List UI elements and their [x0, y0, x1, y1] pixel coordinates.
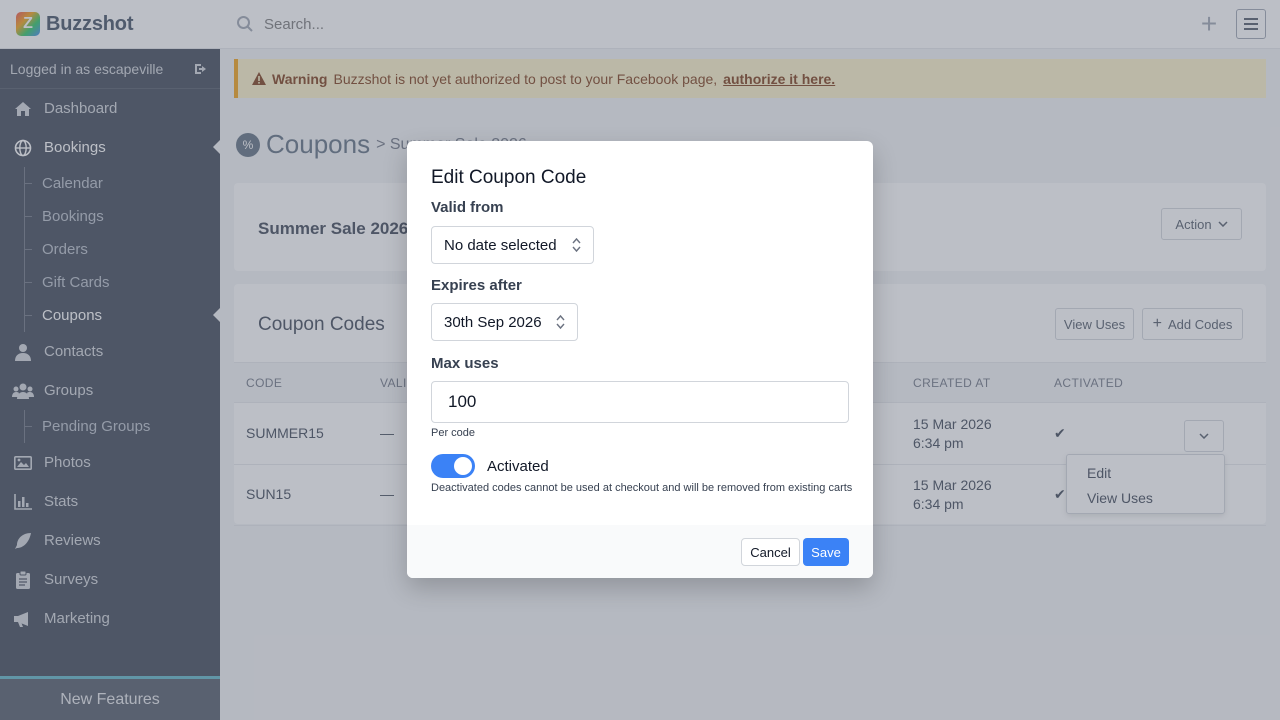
- expires-after-label: Expires after: [431, 277, 522, 294]
- activated-help: Deactivated codes cannot be used at chec…: [431, 482, 853, 494]
- max-uses-label: Max uses: [431, 355, 499, 372]
- expires-after-value: 30th Sep 2026: [444, 313, 542, 331]
- expires-after-select[interactable]: 30th Sep 2026: [431, 303, 578, 341]
- modal-title: Edit Coupon Code: [431, 167, 587, 188]
- valid-from-select[interactable]: No date selected: [431, 226, 594, 264]
- modal-footer: Cancel Save: [407, 525, 873, 578]
- cancel-button[interactable]: Cancel: [741, 538, 800, 566]
- edit-coupon-modal: Edit Coupon Code Valid from No date sele…: [407, 141, 873, 578]
- select-arrows-icon: [556, 314, 565, 330]
- valid-from-label: Valid from: [431, 199, 504, 216]
- toggle-knob: [454, 457, 472, 475]
- max-uses-help: Per code: [431, 427, 476, 439]
- select-arrows-icon: [572, 237, 581, 253]
- max-uses-input[interactable]: [431, 381, 849, 423]
- activated-label: Activated: [487, 458, 549, 475]
- activated-toggle[interactable]: [431, 454, 475, 478]
- valid-from-value: No date selected: [444, 236, 557, 254]
- save-button[interactable]: Save: [803, 538, 849, 566]
